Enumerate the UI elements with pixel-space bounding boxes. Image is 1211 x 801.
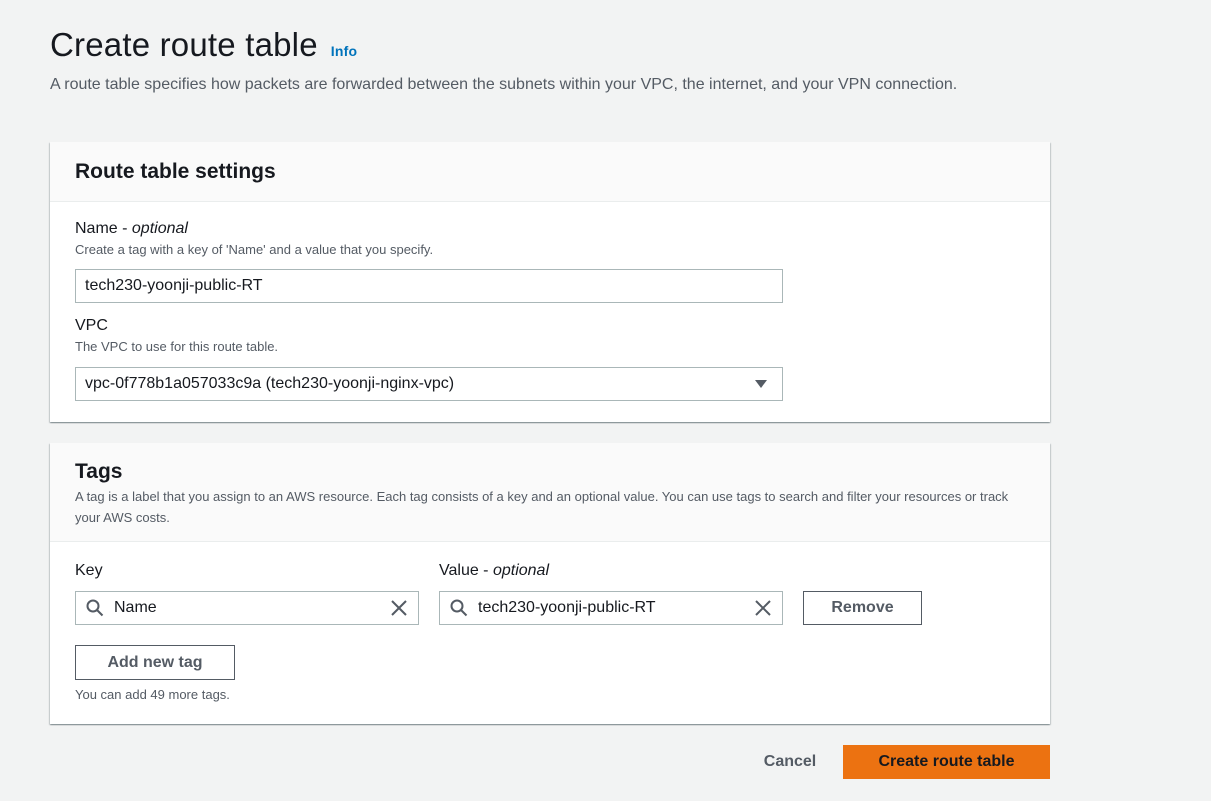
page-title-text: Create route table bbox=[50, 26, 318, 63]
value-label-text: Value bbox=[439, 562, 479, 579]
add-new-tag-button[interactable]: Add new tag bbox=[75, 645, 235, 680]
vpc-field-description: The VPC to use for this route table. bbox=[75, 339, 279, 354]
route-table-settings-panel: Route table settings Name - optional Cre… bbox=[50, 142, 1050, 422]
search-icon bbox=[86, 599, 104, 617]
value-column-label: Value - optional bbox=[439, 562, 549, 579]
name-input-value: tech230-yoonji-public-RT bbox=[85, 277, 263, 294]
vpc-field-label: VPC bbox=[75, 317, 108, 334]
key-column-label: Key bbox=[75, 562, 103, 579]
tag-key-value: Name bbox=[114, 599, 157, 616]
tag-limit-text: You can add 49 more tags. bbox=[75, 687, 230, 702]
page-description: A route table specifies how packets are … bbox=[50, 76, 958, 93]
name-field-description: Create a tag with a key of 'Name' and a … bbox=[75, 242, 434, 257]
vpc-select-value: vpc-0f778b1a057033c9a (tech230-yoonji-ng… bbox=[85, 375, 455, 392]
tags-panel-description: A tag is a label that you assign to an A… bbox=[75, 489, 1009, 525]
name-input[interactable]: tech230-yoonji-public-RT bbox=[75, 269, 783, 303]
vpc-select[interactable]: vpc-0f778b1a057033c9a (tech230-yoonji-ng… bbox=[75, 367, 783, 401]
settings-panel-title: Route table settings bbox=[75, 159, 276, 183]
tag-value-value: tech230-yoonji-public-RT bbox=[478, 599, 656, 616]
caret-down-icon bbox=[754, 379, 768, 389]
tags-panel-title: Tags bbox=[75, 460, 123, 483]
create-route-table-button[interactable]: Create route table bbox=[843, 745, 1050, 779]
tag-value-input[interactable]: tech230-yoonji-public-RT bbox=[439, 591, 783, 625]
tags-panel: Tags A tag is a label that you assign to… bbox=[50, 443, 1050, 724]
name-label-text: Name bbox=[75, 220, 118, 237]
value-optional-text: optional bbox=[492, 562, 549, 579]
tag-key-input[interactable]: Name bbox=[75, 591, 419, 625]
clear-icon[interactable] bbox=[755, 600, 771, 616]
tags-panel-header: Tags A tag is a label that you assign to… bbox=[50, 443, 1050, 542]
name-optional-text: optional bbox=[131, 220, 188, 237]
name-field: Name - optional Create a tag with a key … bbox=[75, 220, 433, 257]
remove-tag-button[interactable]: Remove bbox=[803, 591, 922, 625]
settings-panel-header: Route table settings bbox=[50, 142, 1050, 202]
vpc-field: VPC The VPC to use for this route table. bbox=[75, 317, 278, 354]
name-field-label: Name - optional bbox=[75, 220, 188, 237]
info-link[interactable]: Info bbox=[331, 43, 357, 59]
page-title: Create route table Info bbox=[50, 26, 357, 64]
clear-icon[interactable] bbox=[391, 600, 407, 616]
cancel-button[interactable]: Cancel bbox=[743, 745, 837, 779]
search-icon bbox=[450, 599, 468, 617]
